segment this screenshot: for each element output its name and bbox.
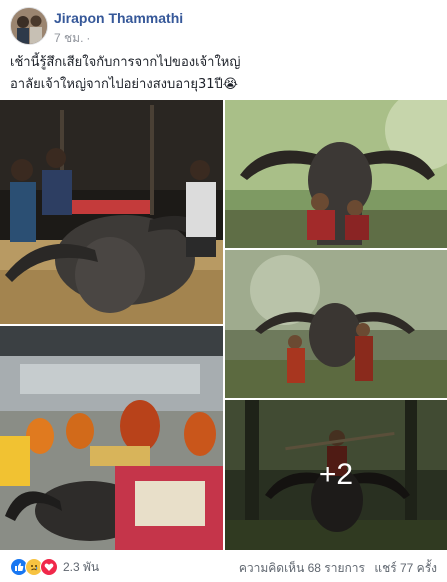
photo-warriors-buffalo[interactable]	[225, 250, 447, 398]
post-timestamp[interactable]: 7 ชม.	[54, 31, 83, 45]
photo-buffalo-with-men[interactable]	[0, 100, 223, 324]
post-meta: 7 ชม. ·	[54, 29, 90, 48]
author-avatar[interactable]	[10, 7, 48, 45]
post-text-line: อาลัยเจ้าใหญ่จากไปอย่างสงบอายุ31ปี😭	[10, 77, 238, 92]
photo-gallery: +2	[0, 100, 447, 550]
more-photos-overlay[interactable]: +2	[225, 400, 447, 550]
shares-count-link[interactable]: แชร์ 77 ครั้ง	[374, 561, 437, 575]
reaction-count: 2.3 พัน	[63, 559, 100, 574]
comments-count-link[interactable]: ความคิดเห็น 68 รายการ	[239, 561, 365, 575]
globe-icon: ·	[86, 31, 91, 45]
photo-monks-ceremony[interactable]	[0, 326, 223, 550]
post-text-line: เช้านี้รู้สึกเสียใจกับการจากไปของเจ้าใหญ…	[10, 55, 241, 70]
engagement-stats: ความคิดเห็น 68 รายการ แชร์ 77 ครั้ง	[239, 559, 437, 578]
post-footer: 2.3 พัน ความคิดเห็น 68 รายการ แชร์ 77 คร…	[10, 556, 437, 578]
avatar-image	[11, 8, 47, 44]
reactions-summary[interactable]: 2.3 พัน	[10, 558, 99, 576]
photo-warrior-riding-buffalo[interactable]: +2	[225, 400, 447, 550]
photo-buffalo-horns[interactable]	[225, 100, 447, 248]
author-name-link[interactable]: Jirapon Thammathi	[54, 10, 183, 26]
post-text: เช้านี้รู้สึกเสียใจกับการจากไปของเจ้าใหญ…	[10, 52, 437, 96]
post-header: Jirapon Thammathi 7 ชม. ·	[10, 7, 437, 47]
love-icon	[40, 558, 58, 576]
